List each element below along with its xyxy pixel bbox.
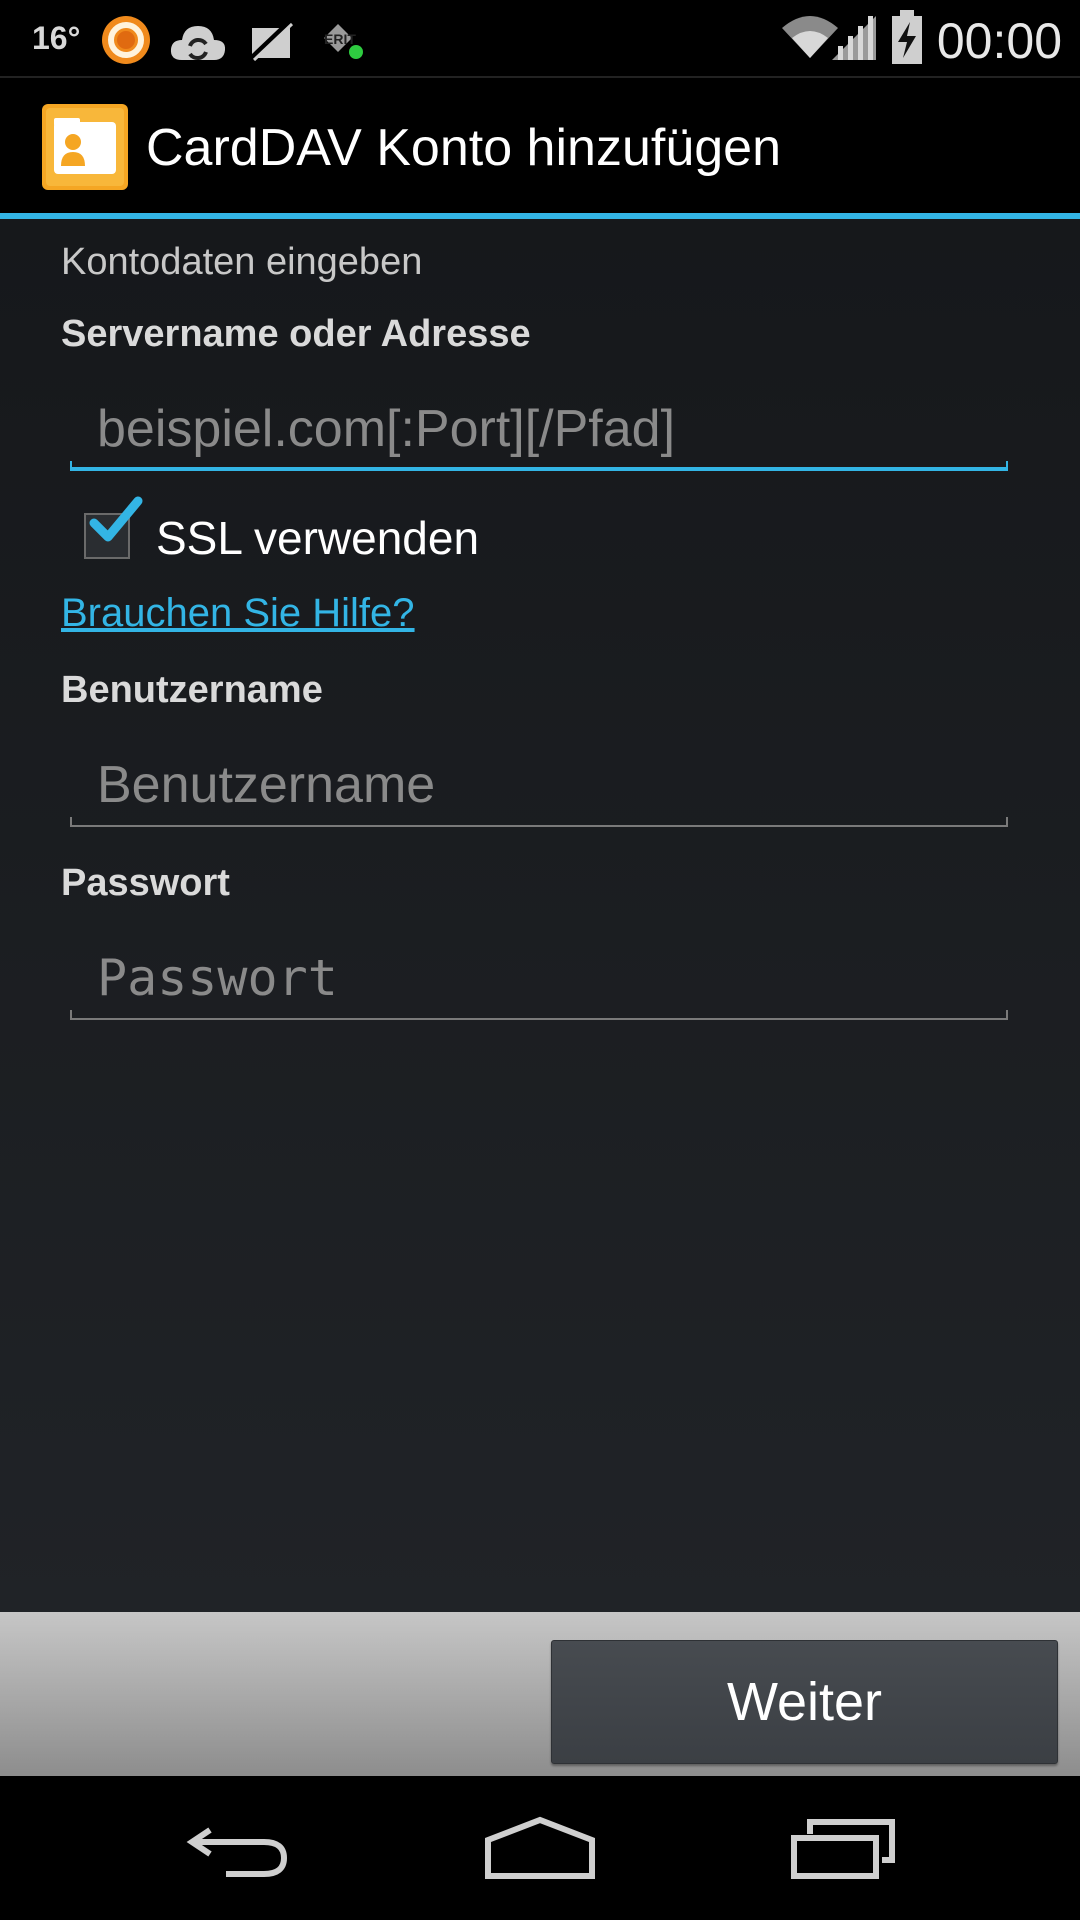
- temperature-text: 16°: [32, 20, 81, 56]
- wifi-icon: [782, 16, 838, 58]
- underline-left-tick: [70, 817, 72, 827]
- cloud-sync-icon: [170, 26, 226, 60]
- no-sync-icon: [247, 17, 295, 63]
- contacts-folder-icon: [42, 104, 128, 190]
- password-label: Passwort: [61, 862, 230, 904]
- underline-right-tick: [1006, 817, 1008, 827]
- help-link[interactable]: Brauchen Sie Hilfe?: [61, 591, 415, 636]
- server-input[interactable]: [70, 387, 1008, 471]
- underline-right-tick: [1006, 1010, 1008, 1020]
- signal-icon: [832, 16, 876, 60]
- next-button[interactable]: Weiter: [551, 1640, 1058, 1764]
- password-underline: [70, 1018, 1008, 1020]
- back-icon[interactable]: [186, 1816, 292, 1880]
- recents-icon[interactable]: [790, 1816, 896, 1880]
- underline-right-tick: [1006, 461, 1008, 471]
- page-title: CardDAV Konto hinzufügen: [146, 119, 781, 177]
- button-bar: Weiter: [0, 1612, 1080, 1776]
- username-underline: [70, 825, 1008, 827]
- username-label: Benutzername: [61, 669, 323, 711]
- server-field[interactable]: [70, 387, 1008, 471]
- clock-text: 00:00: [936, 13, 1062, 69]
- home-icon[interactable]: [484, 1816, 596, 1880]
- password-input[interactable]: [70, 936, 1008, 1020]
- username-field[interactable]: [70, 743, 1008, 827]
- status-bar: 16° ERIT 00:00: [0, 0, 1080, 78]
- username-input[interactable]: [70, 743, 1008, 827]
- checkmark-icon: [89, 496, 143, 542]
- underline-left-tick: [70, 461, 72, 471]
- ssl-checkbox[interactable]: SSL verwenden: [82, 496, 582, 571]
- account-form: Kontodaten eingeben Servername oder Adre…: [0, 219, 1080, 1612]
- underline-left-tick: [70, 1010, 72, 1020]
- screen: 16° ERIT 00:00 CardDAV Konto hinzufügen …: [0, 0, 1080, 1920]
- server-label: Servername oder Adresse: [61, 313, 531, 355]
- navigation-bar: [0, 1776, 1080, 1920]
- erit-network-icon: ERIT: [324, 24, 363, 59]
- server-underline: [70, 467, 1008, 471]
- password-field[interactable]: [70, 936, 1008, 1020]
- battery-charging-icon: [892, 10, 922, 64]
- svg-text:ERIT: ERIT: [324, 31, 356, 47]
- ssl-label: SSL verwenden: [156, 512, 480, 564]
- avg-ring-icon: [102, 16, 150, 64]
- action-bar: CardDAV Konto hinzufügen: [0, 78, 1080, 214]
- form-heading: Kontodaten eingeben: [61, 241, 423, 283]
